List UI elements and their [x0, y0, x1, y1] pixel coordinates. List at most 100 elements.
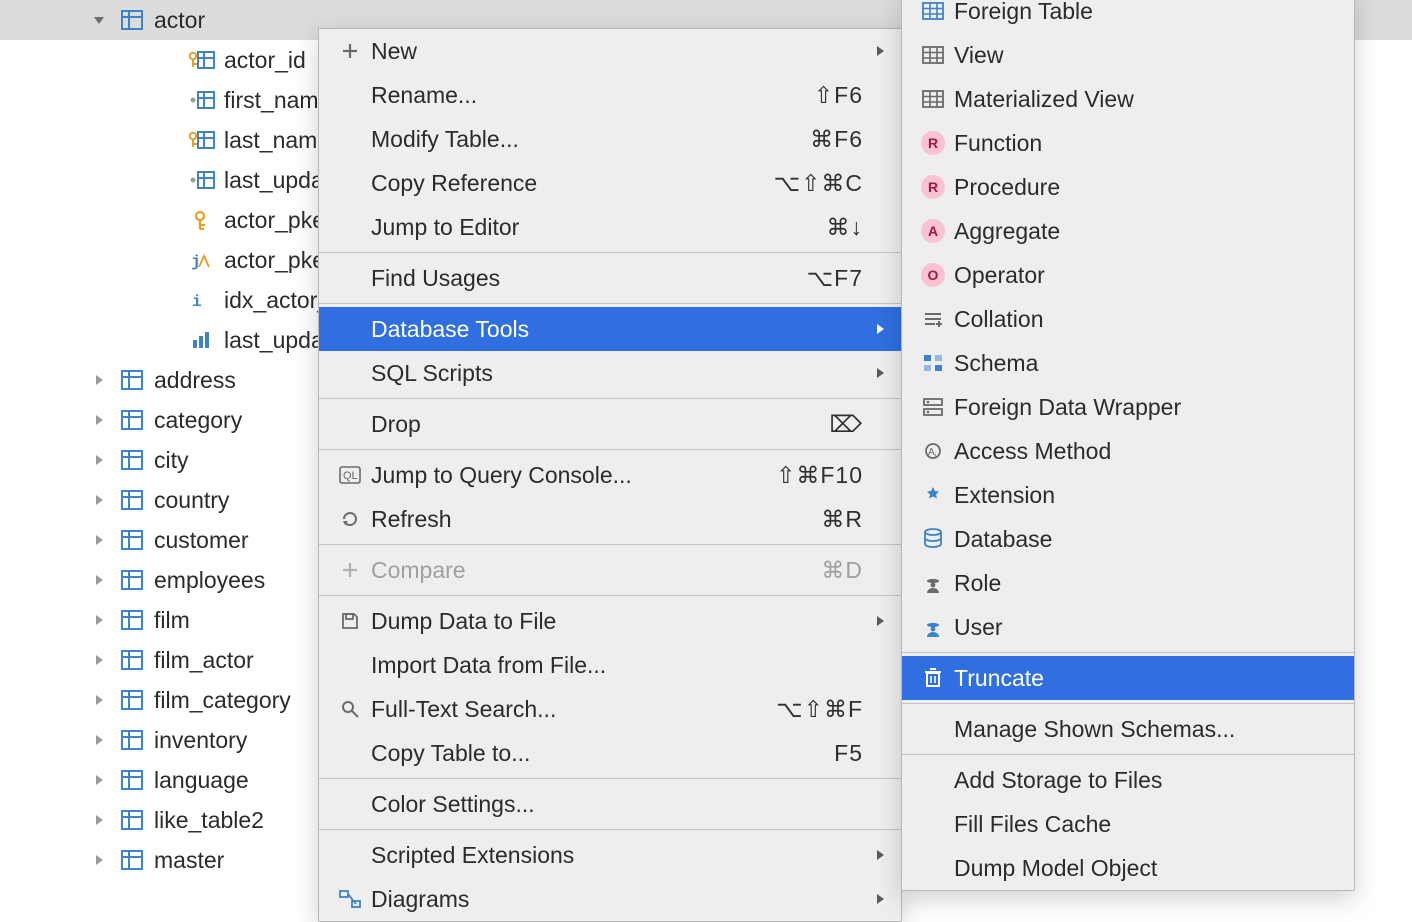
menu-item-label: Role: [950, 570, 1316, 597]
pk-column-icon: [184, 130, 220, 150]
menu-item[interactable]: Copy Reference⌥⇧⌘C: [319, 161, 901, 205]
menu-item[interactable]: SQL Scripts: [319, 351, 901, 395]
menu-item-label: Jump to Query Console...: [367, 462, 756, 489]
menu-item-label: New: [367, 38, 863, 65]
menu-item[interactable]: Dump Model Object: [902, 846, 1354, 890]
menu-item[interactable]: Materialized View: [902, 77, 1354, 121]
pk-column-icon: [184, 50, 220, 70]
menu-item[interactable]: Jump to Editor⌘↓: [319, 205, 901, 249]
menu-item-label: Aggregate: [950, 218, 1316, 245]
submenu-new[interactable]: Foreign TableViewMaterialized ViewRFunct…: [901, 0, 1355, 891]
menu-item[interactable]: AiAccess Method: [902, 429, 1354, 473]
tree-node-label: employees: [150, 567, 265, 594]
menu-item[interactable]: Diagrams: [319, 877, 901, 921]
submenu-arrow-icon: [863, 366, 885, 380]
chevron-right-icon: [84, 773, 114, 787]
chevron-right-icon: [84, 493, 114, 507]
menu-item[interactable]: AAggregate: [902, 209, 1354, 253]
menu-item-shortcut: ⇧F6: [794, 82, 863, 109]
menu-item[interactable]: RFunction: [902, 121, 1354, 165]
submenu-arrow-icon: [863, 848, 885, 862]
tree-node-label: film_actor: [150, 647, 254, 674]
table-icon: [114, 410, 150, 430]
menu-item-shortcut: ⌘F6: [790, 126, 863, 153]
table-icon: [114, 650, 150, 670]
menu-item[interactable]: Database: [902, 517, 1354, 561]
menu-item[interactable]: Manage Shown Schemas...: [902, 707, 1354, 751]
menu-item[interactable]: Find Usages⌥F7: [319, 256, 901, 300]
chevron-right-icon: [84, 573, 114, 587]
chevron-right-icon: [84, 693, 114, 707]
menu-item[interactable]: Rename...⇧F6: [319, 73, 901, 117]
submenu-arrow-icon: [863, 44, 885, 58]
column-icon: [184, 90, 220, 110]
menu-item[interactable]: Add Storage to Files: [902, 758, 1354, 802]
menu-item[interactable]: New: [319, 29, 901, 73]
tree-node-label: actor_id: [220, 47, 306, 74]
menu-item[interactable]: QLJump to Query Console...⇧⌘F10: [319, 453, 901, 497]
pill-A-icon: A: [916, 219, 950, 243]
pill-R-icon: R: [916, 131, 950, 155]
menu-separator: [319, 595, 901, 596]
menu-item[interactable]: View: [902, 33, 1354, 77]
menu-item[interactable]: Schema: [902, 341, 1354, 385]
menu-item-label: Copy Reference: [367, 170, 754, 197]
menu-item[interactable]: Extension: [902, 473, 1354, 517]
menu-item[interactable]: Modify Table...⌘F6: [319, 117, 901, 161]
menu-item-label: Scripted Extensions: [367, 842, 863, 869]
menu-item[interactable]: Copy Table to...F5: [319, 731, 901, 775]
menu-item-label: Foreign Data Wrapper: [950, 394, 1316, 421]
tree-node-label: last_name: [220, 127, 330, 154]
menu-item-label: Copy Table to...: [367, 740, 814, 767]
tree-node-label: city: [150, 447, 189, 474]
menu-item[interactable]: Role: [902, 561, 1354, 605]
chevron-right-icon: [84, 533, 114, 547]
table-icon: [114, 610, 150, 630]
menu-item[interactable]: Drop⌦: [319, 402, 901, 446]
menu-item[interactable]: Dump Data to File: [319, 599, 901, 643]
context-menu[interactable]: NewRename...⇧F6Modify Table...⌘F6Copy Re…: [318, 28, 902, 922]
chevron-right-icon: [84, 373, 114, 387]
diagram-icon: [333, 890, 367, 908]
menu-item-label: Truncate: [950, 665, 1316, 692]
menu-item[interactable]: Fill Files Cache: [902, 802, 1354, 846]
menu-item[interactable]: Full-Text Search...⌥⇧⌘F: [319, 687, 901, 731]
database-icon: [916, 528, 950, 550]
submenu-arrow-icon: [863, 322, 885, 336]
extension-icon: [916, 485, 950, 505]
menu-item[interactable]: Color Settings...: [319, 782, 901, 826]
menu-item-label: Drop: [367, 411, 809, 438]
menu-separator: [319, 252, 901, 253]
chevron-right-icon: [84, 813, 114, 827]
chevron-right-icon: [84, 413, 114, 427]
tree-node-label: address: [150, 367, 236, 394]
menu-item[interactable]: OOperator: [902, 253, 1354, 297]
menu-item[interactable]: Foreign Data Wrapper: [902, 385, 1354, 429]
menu-item-shortcut: ⌥⇧⌘F: [756, 696, 863, 723]
menu-item[interactable]: Scripted Extensions: [319, 833, 901, 877]
grid-grey-icon: [916, 90, 950, 108]
menu-item-label: Function: [950, 130, 1316, 157]
svg-text:j: j: [191, 253, 201, 270]
menu-item[interactable]: Truncate: [902, 656, 1354, 700]
table-icon: [114, 690, 150, 710]
menu-item[interactable]: User: [902, 605, 1354, 649]
menu-item-label: Diagrams: [367, 886, 863, 913]
trash-icon: [916, 668, 950, 688]
menu-item[interactable]: Refresh⌘R: [319, 497, 901, 541]
index-icon: i: [184, 290, 220, 310]
menu-item[interactable]: Foreign Table: [902, 0, 1354, 33]
tree-node-label: first_name: [220, 87, 331, 114]
tree-node-label: category: [150, 407, 242, 434]
menu-item[interactable]: Collation: [902, 297, 1354, 341]
plus-icon: [333, 42, 367, 60]
menu-separator: [319, 778, 901, 779]
svg-text:i: i: [192, 293, 202, 310]
menu-item-label: Fill Files Cache: [950, 811, 1316, 838]
menu-item-label: Dump Model Object: [950, 855, 1316, 882]
menu-item-shortcut: ⇧⌘F10: [756, 462, 863, 489]
chevron-right-icon: [84, 453, 114, 467]
menu-item[interactable]: Import Data from File...: [319, 643, 901, 687]
menu-item[interactable]: RProcedure: [902, 165, 1354, 209]
menu-item[interactable]: Database Tools: [319, 307, 901, 351]
